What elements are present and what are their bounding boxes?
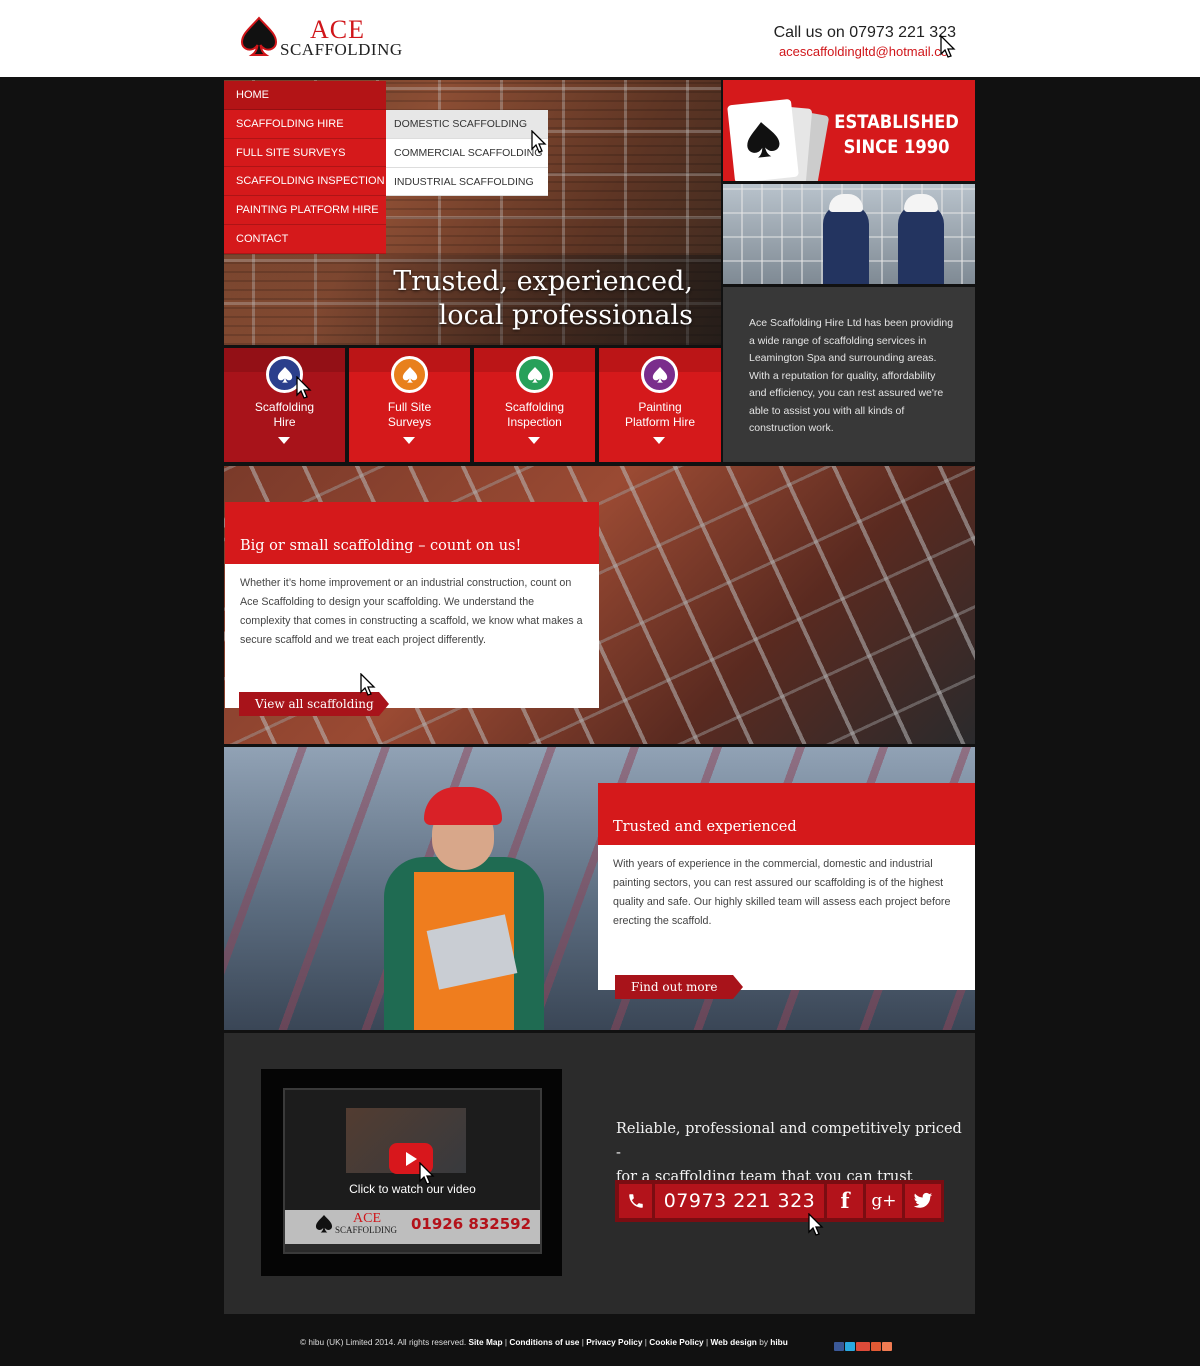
tile-icon-circle xyxy=(266,356,303,393)
tile-painting-platform-hire[interactable]: Painting Platform Hire xyxy=(599,348,721,462)
spade-icon xyxy=(402,367,418,383)
video-controls[interactable] xyxy=(285,1244,540,1252)
tile-scaffolding-hire[interactable]: Scaffolding Hire xyxy=(224,348,345,462)
spade-logo-icon xyxy=(240,16,278,56)
submenu-industrial[interactable]: INDUSTRIAL SCAFFOLDING xyxy=(386,168,548,197)
about-text: Ace Scaffolding Hire Ltd has been provid… xyxy=(749,317,954,434)
chevron-down-icon xyxy=(278,437,290,444)
video-contact-section: Click to watch our video ACE SCAFFOLDING… xyxy=(224,1033,975,1314)
site-header: ACE SCAFFOLDING Call us on 07973 221 323… xyxy=(0,0,1200,77)
tile-label: Scaffolding Inspection xyxy=(504,400,565,429)
established-line-1: ESTABLISHED xyxy=(834,111,959,133)
contact-phone-number[interactable]: 07973 221 323 xyxy=(655,1184,824,1218)
nav-full-site-surveys[interactable]: FULL SITE SURVEYS xyxy=(224,139,386,168)
hero-line-1: Trusted, experienced, xyxy=(393,266,693,297)
hero-line-2: local professionals xyxy=(438,300,693,331)
tile-icon-circle xyxy=(641,356,678,393)
slogan: Reliable, professional and competitively… xyxy=(616,1117,966,1189)
section-body: With years of experience in the commerci… xyxy=(613,858,951,927)
tile-icon-circle xyxy=(391,356,428,393)
established-line-2: SINCE 1990 xyxy=(843,136,950,158)
submenu-scaffolding-hire: DOMESTIC SCAFFOLDING COMMERCIAL SCAFFOLD… xyxy=(386,110,548,197)
tile-label: Full Site Surveys xyxy=(387,400,432,429)
header-phone[interactable]: Call us on 07973 221 323 xyxy=(774,24,956,42)
footer-link-web-design[interactable]: Web design xyxy=(710,1337,756,1347)
share-icon[interactable] xyxy=(871,1342,881,1351)
footer-link-hibu[interactable]: hibu xyxy=(770,1337,788,1347)
chevron-down-icon xyxy=(528,437,540,444)
card-front xyxy=(727,98,799,181)
worker-photo xyxy=(374,772,554,1030)
play-button[interactable] xyxy=(389,1143,433,1174)
footer-link-privacy[interactable]: Privacy Policy xyxy=(586,1337,642,1347)
trusted-section: Trusted and experienced With years of ex… xyxy=(224,747,975,1030)
trusted-box: Trusted and experienced With years of ex… xyxy=(598,783,975,999)
spade-icon xyxy=(747,122,780,158)
established-badge: ESTABLISHED SINCE 1990 xyxy=(723,80,975,181)
footer-copyright: © hibu (UK) Limited 2014. All rights res… xyxy=(300,1337,467,1347)
tile-label: Painting Platform Hire xyxy=(624,400,695,429)
footer-link-cookie[interactable]: Cookie Policy xyxy=(649,1337,703,1347)
footer-link-site-map[interactable]: Site Map xyxy=(468,1337,502,1347)
logo[interactable]: ACE SCAFFOLDING xyxy=(240,16,403,62)
nav-scaffolding-inspection[interactable]: SCAFFOLDING INSPECTION xyxy=(224,167,386,197)
logo-scaffolding: SCAFFOLDING xyxy=(280,40,403,59)
nav-painting-platform-hire[interactable]: PAINTING PLATFORM HIRE xyxy=(224,196,386,225)
scaffolding-section: Big or small scaffolding – count on us! … xyxy=(224,466,975,744)
box-header: Big or small scaffolding – count on us! xyxy=(225,502,599,564)
contact-bar: 07973 221 323 f g+ xyxy=(615,1180,944,1222)
nav-scaffolding-hire[interactable]: SCAFFOLDING HIRE xyxy=(224,110,386,139)
submenu-domestic[interactable]: DOMESTIC SCAFFOLDING xyxy=(386,110,548,139)
slogan-line-1: Reliable, professional and competitively… xyxy=(616,1121,962,1161)
service-tiles: Scaffolding Hire Full Site Surveys Scaffol… xyxy=(224,348,721,462)
about-panel: Ace Scaffolding Hire Ltd has been provid… xyxy=(723,287,975,462)
spade-icon xyxy=(652,367,668,383)
find-out-more-button[interactable]: Find out more xyxy=(615,975,743,999)
google-plus-icon[interactable] xyxy=(856,1342,870,1351)
main-nav: HOME SCAFFOLDING HIRE FULL SITE SURVEYS … xyxy=(224,81,386,254)
section-body: Whether it’s home improvement or an indu… xyxy=(240,577,583,646)
video-phone: 01926 832592 xyxy=(411,1215,532,1233)
box-header: Trusted and experienced xyxy=(598,783,975,845)
section-title: Big or small scaffolding – count on us! xyxy=(240,538,522,554)
footer-social-icons xyxy=(834,1338,893,1356)
worker-figure xyxy=(898,194,944,284)
video-logo-scaffolding: SCAFFOLDING xyxy=(335,1225,398,1235)
chevron-down-icon xyxy=(403,437,415,444)
tile-label: Scaffolding Hire xyxy=(254,400,315,429)
established-text: ESTABLISHED SINCE 1990 xyxy=(834,110,959,160)
video-player[interactable]: Click to watch our video ACE SCAFFOLDING… xyxy=(261,1069,562,1276)
facebook-icon[interactable] xyxy=(834,1342,844,1351)
spade-icon xyxy=(277,367,293,383)
view-all-scaffolding-button[interactable]: View all scaffolding xyxy=(239,692,389,716)
phone-icon[interactable] xyxy=(619,1184,652,1218)
video-brand-bar: ACE SCAFFOLDING 01926 832592 xyxy=(285,1210,540,1252)
nav-home[interactable]: HOME xyxy=(224,81,386,110)
tile-scaffolding-inspection[interactable]: Scaffolding Inspection xyxy=(474,348,595,462)
add-icon[interactable] xyxy=(882,1342,892,1351)
spade-icon xyxy=(527,367,543,383)
section-title: Trusted and experienced xyxy=(613,819,797,835)
facebook-icon[interactable]: f xyxy=(827,1184,863,1218)
tile-full-site-surveys[interactable]: Full Site Surveys xyxy=(349,348,470,462)
twitter-icon[interactable] xyxy=(905,1184,941,1218)
video-caption: Click to watch our video xyxy=(349,1182,476,1196)
big-small-box: Big or small scaffolding – count on us! … xyxy=(225,502,599,716)
header-email[interactable]: acescaffoldingltd@hotmail.co xyxy=(779,44,948,59)
twitter-icon[interactable] xyxy=(845,1342,855,1351)
nav-contact[interactable]: CONTACT xyxy=(224,225,386,254)
chevron-down-icon xyxy=(653,437,665,444)
tile-icon-circle xyxy=(516,356,553,393)
google-plus-icon[interactable]: g+ xyxy=(866,1184,902,1218)
spade-logo-icon xyxy=(315,1215,333,1233)
submenu-commercial[interactable]: COMMERCIAL SCAFFOLDING xyxy=(386,139,548,168)
workers-photo xyxy=(723,184,975,284)
footer-link-conditions[interactable]: Conditions of use xyxy=(509,1337,579,1347)
footer-text: © hibu (UK) Limited 2014. All rights res… xyxy=(300,1337,788,1347)
worker-figure xyxy=(823,194,869,284)
hero-tagline: Trusted, experienced, local professional… xyxy=(393,265,693,333)
